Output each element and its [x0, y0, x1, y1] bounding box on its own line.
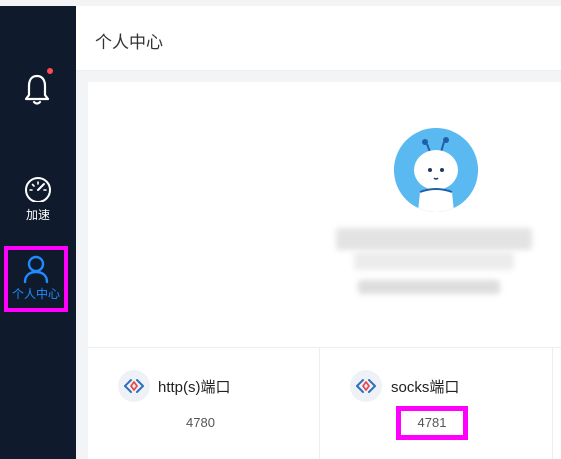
main-content: 个人中心 http(s)端口 4780 socks端口 4781 [76, 6, 561, 459]
divider [88, 347, 561, 348]
blurred-username [336, 228, 532, 250]
mascot-avatar-icon [394, 128, 478, 212]
bell-icon[interactable] [22, 70, 52, 110]
speedometer-icon [25, 177, 51, 202]
code-brackets-icon [118, 370, 150, 402]
sidebar-item-profile[interactable]: 个人中心 [4, 246, 68, 312]
page-title: 个人中心 [95, 33, 163, 52]
socks-port-value-text: 4781 [417, 415, 447, 430]
divider [552, 348, 553, 459]
sidebar: 加速 个人中心 [0, 6, 76, 459]
page-header: 个人中心 [76, 6, 561, 71]
divider [319, 348, 320, 459]
http-port-value: 4780 [186, 415, 215, 430]
socks-port-value: 4781 [396, 406, 468, 440]
http-port-label: http(s)端口 [158, 379, 231, 396]
blurred-subtext [358, 280, 500, 294]
profile-card: http(s)端口 4780 socks端口 4781 [88, 82, 561, 459]
sidebar-item-label: 加速 [25, 208, 50, 222]
user-icon [23, 255, 49, 284]
sidebar-item-label: 个人中心 [11, 287, 60, 301]
notification-dot [47, 68, 53, 74]
socks-port-label: socks端口 [391, 379, 460, 396]
avatar [394, 128, 478, 212]
blurred-account-info [354, 252, 514, 270]
code-brackets-icon [350, 370, 382, 402]
sidebar-item-accelerate[interactable]: 加速 [0, 174, 76, 223]
